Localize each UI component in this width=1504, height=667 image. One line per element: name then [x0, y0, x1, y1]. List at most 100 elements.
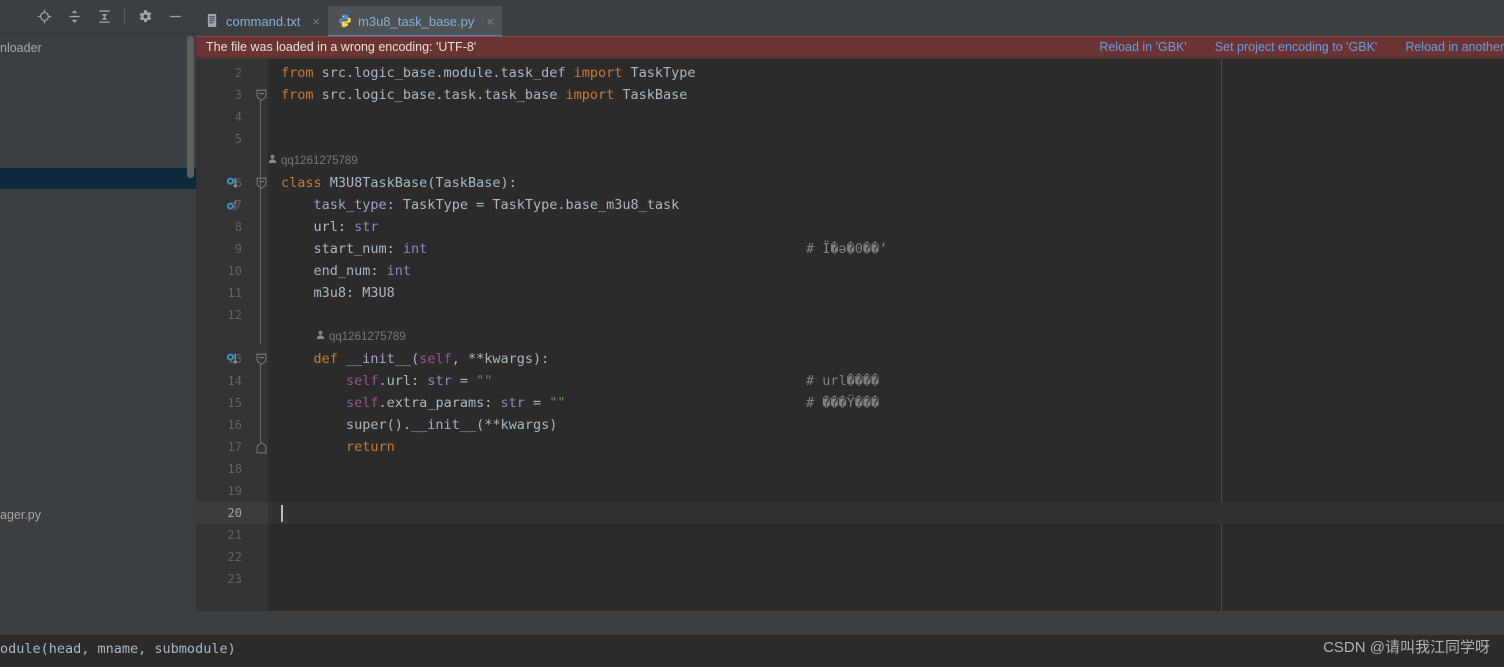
code-token: , **kwargs): [451, 351, 550, 367]
reload-in-another-link[interactable]: Reload in another [1391, 40, 1504, 54]
code-line[interactable]: 19 [196, 480, 1504, 502]
code-line[interactable]: 18 [196, 458, 1504, 480]
code-line[interactable]: 21 [196, 524, 1504, 546]
line-number: 3 [234, 88, 242, 102]
collapse-all-icon[interactable] [93, 5, 115, 27]
code-token: start_num: [281, 241, 403, 257]
code-text: def __init__(self, **kwargs): [281, 348, 550, 370]
close-icon[interactable]: × [486, 15, 494, 28]
code-line[interactable]: 16 super().__init__(**kwargs) [196, 414, 1504, 436]
code-token: url: [281, 219, 355, 235]
code-line[interactable]: 11 m3u8: M3U8 [196, 282, 1504, 304]
close-icon[interactable]: × [312, 15, 320, 28]
locate-in-tree-icon[interactable] [33, 5, 55, 27]
code-line[interactable]: 5 [196, 128, 1504, 150]
set-project-encoding-link[interactable]: Set project encoding to 'GBK' [1201, 40, 1392, 54]
code-line[interactable]: 9 start_num: int # Ï�ə�0��’ [196, 238, 1504, 260]
code-token: src.logic_base.task.task_base [313, 87, 566, 103]
fold-toggle-icon[interactable] [254, 436, 268, 458]
python-file-icon [338, 13, 352, 29]
settings-gear-icon[interactable] [134, 5, 156, 27]
banner-message: The file was loaded in a wrong encoding:… [206, 40, 477, 54]
code-text: self.url: str = "" [281, 370, 492, 392]
code-line[interactable]: 13 def __init__(self, **kwargs): [196, 348, 1504, 370]
code-line[interactable]: 10 end_num: int [196, 260, 1504, 282]
encoding-warning-banner: The file was loaded in a wrong encoding:… [196, 36, 1504, 58]
code-line[interactable]: 3 from src.logic_base.task.task_base impo… [196, 84, 1504, 106]
overridden-method-icon[interactable] [222, 172, 242, 194]
text-file-icon [206, 13, 220, 29]
tree-item-clipped-top[interactable]: nloader [0, 38, 196, 59]
vcs-annotation-row[interactable]: qq1261275789 [196, 150, 1504, 172]
inline-comment: # Ï�ə�0��’ [806, 241, 888, 257]
code-line[interactable]: 7 task_type: TaskType = TaskType.base_m3… [196, 194, 1504, 216]
console-line: odule(head, mname, submodule) [0, 641, 236, 657]
overriding-member-icon[interactable] [222, 194, 242, 216]
tab-command-txt[interactable]: command.txt × [196, 6, 328, 36]
code-line[interactable]: 14 self.url: str = "" # url���� [196, 370, 1504, 392]
code-line[interactable]: 20 [196, 502, 1504, 524]
code-line[interactable]: 4 [196, 106, 1504, 128]
code-editor[interactable]: 2 from src.logic_base.module.task_def imp… [196, 59, 1504, 611]
code-line[interactable]: 6 class M3U8TaskBase(TaskBase): [196, 172, 1504, 194]
code-token: : TaskType = TaskType.base_m3u8_task [386, 197, 680, 213]
vcs-author-name: qq1261275789 [281, 155, 358, 167]
code-token: def [313, 351, 338, 367]
csdn-watermark: CSDN @请叫我江同学呀 [1323, 639, 1490, 656]
ide-window: nloader ager.py command.txt × m3u8_task_… [0, 0, 1504, 667]
overridden-method-icon[interactable] [222, 348, 242, 370]
line-number: 19 [227, 484, 242, 498]
line-number: 4 [234, 110, 242, 124]
code-token: from [281, 87, 314, 103]
project-panel: nloader ager.py [0, 0, 196, 611]
code-token: end_num: [281, 263, 387, 279]
hide-panel-icon[interactable] [164, 5, 186, 27]
code-line[interactable]: 23 [196, 568, 1504, 590]
vcs-annotation-row[interactable]: qq1261275789 [196, 326, 1504, 348]
line-number: 15 [227, 396, 242, 410]
code-token: TaskType [622, 65, 696, 81]
line-number: 9 [234, 242, 242, 256]
tab-label: m3u8_task_base.py [358, 13, 475, 29]
code-content[interactable]: 2 from src.logic_base.module.task_def imp… [196, 59, 1504, 611]
code-text: url: str [281, 216, 379, 238]
code-token: self [346, 395, 379, 411]
fold-toggle-icon[interactable] [254, 348, 268, 370]
text-caret [281, 505, 283, 522]
fold-toggle-icon[interactable] [254, 84, 268, 106]
code-token: = [524, 395, 550, 411]
fold-guide-init [260, 364, 261, 442]
code-line[interactable]: 22 [196, 546, 1504, 568]
code-line[interactable]: 2 from src.logic_base.module.task_def imp… [196, 62, 1504, 84]
tree-item-manager-py[interactable]: ager.py [0, 505, 196, 526]
code-line[interactable]: 17 return [196, 436, 1504, 458]
project-tree[interactable]: nloader ager.py [0, 33, 196, 611]
code-line[interactable]: 8 url: str [196, 216, 1504, 238]
vcs-author-annotation[interactable]: qq1261275789 [268, 150, 358, 172]
line-number: 12 [227, 308, 242, 322]
line-number: 8 [234, 220, 242, 234]
line-number: 21 [227, 528, 242, 542]
code-token: __init__ [411, 417, 477, 433]
code-token: "" [549, 395, 566, 411]
line-number: 14 [227, 374, 242, 388]
code-token: .extra_params: [378, 395, 501, 411]
tree-item-selected[interactable] [0, 168, 196, 189]
expand-all-icon[interactable] [63, 5, 85, 27]
code-token: import [573, 65, 623, 81]
vcs-author-annotation[interactable]: qq1261275789 [316, 326, 406, 348]
fold-toggle-icon[interactable] [254, 172, 268, 194]
code-line[interactable]: 15 self.extra_params: str = "" # ���Ÿ��� [196, 392, 1504, 414]
code-token: str [354, 219, 379, 235]
reload-in-gbk-link[interactable]: Reload in 'GBK' [1085, 40, 1200, 54]
code-token: .url: [378, 373, 428, 389]
code-token: class [281, 175, 322, 191]
tab-m3u8-task-base-py[interactable]: m3u8_task_base.py × [328, 6, 502, 37]
fold-guide-class [260, 188, 261, 344]
person-icon [268, 150, 277, 172]
code-line[interactable]: 12 [196, 304, 1504, 326]
project-tree-scrollbar[interactable] [187, 36, 194, 178]
